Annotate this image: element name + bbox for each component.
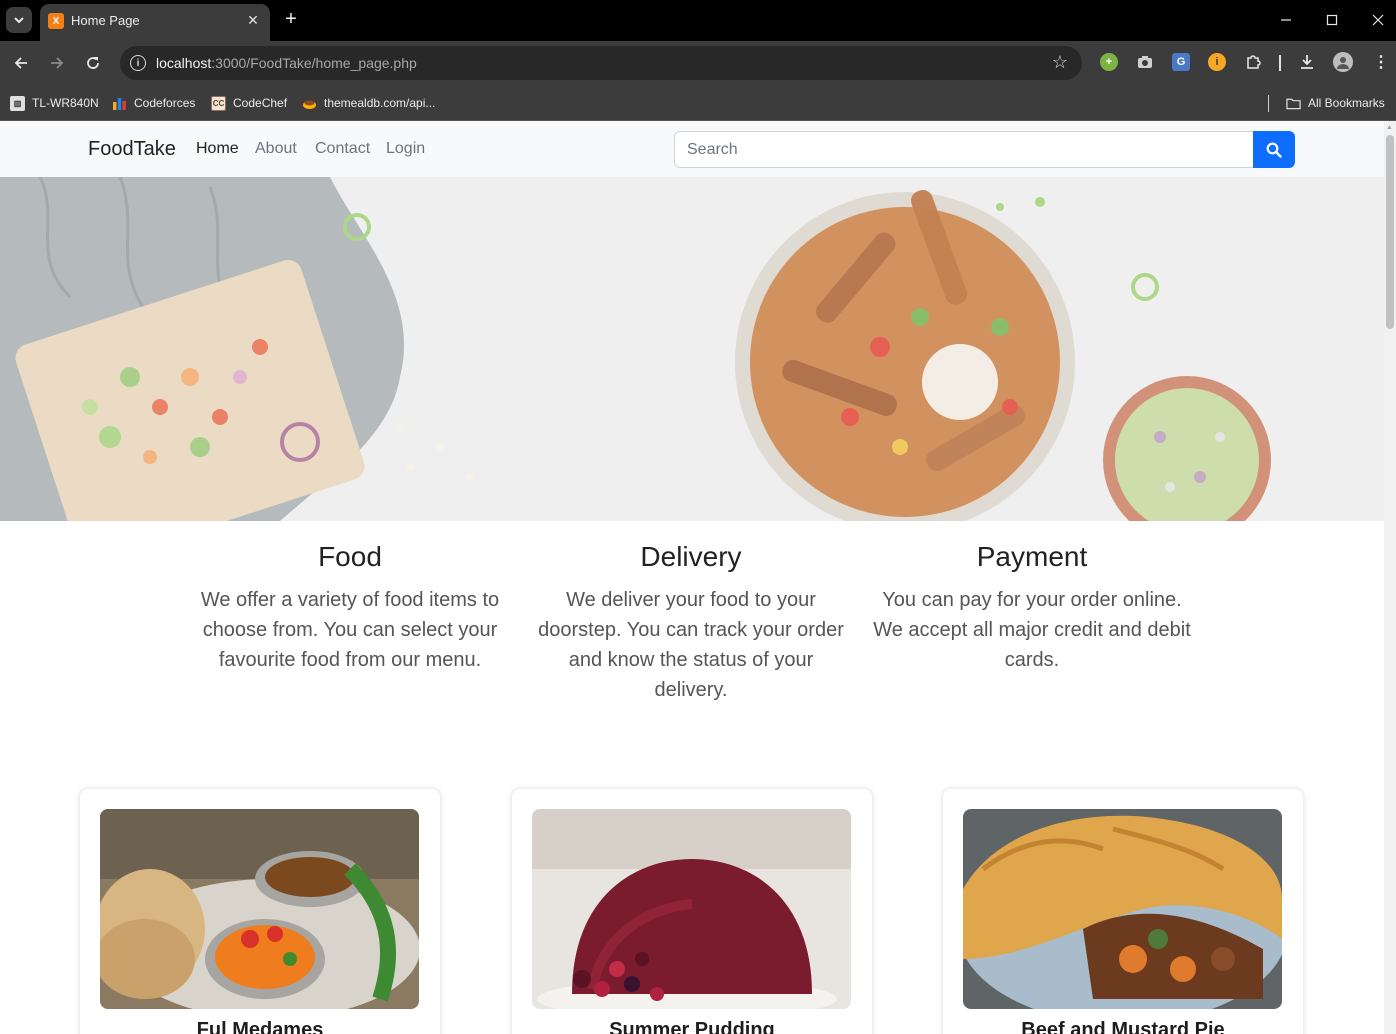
download-icon[interactable] (1298, 53, 1316, 71)
search-input[interactable] (674, 131, 1254, 168)
all-bookmarks-button[interactable]: All Bookmarks (1286, 93, 1385, 113)
feature-text: You can pay for your order online. We ac… (873, 589, 1191, 671)
toolbar-separator (1279, 55, 1281, 71)
site-info-icon[interactable]: i (130, 55, 146, 71)
bookmarks-separator (1268, 95, 1269, 112)
chevron-down-icon (14, 17, 24, 24)
bookmark-tl-wr840n[interactable]: ▥ TL-WR840N (10, 93, 99, 113)
menu-kebab-icon[interactable]: ⋮ (1372, 53, 1390, 71)
url-path: :3000/FoodTake/home_page.php (211, 55, 417, 71)
meal-image (100, 809, 419, 1009)
tab-title: Home Page (71, 13, 140, 28)
bookmark-label: CodeChef (233, 96, 288, 110)
forward-icon[interactable] (43, 49, 71, 77)
feature-payment: Payment You can pay for your order onlin… (872, 541, 1192, 675)
bookmark-label: themealdb.com/api... (324, 96, 436, 110)
page-scrollbar[interactable]: ▲ (1384, 121, 1396, 1034)
scrollbar-thumb[interactable] (1386, 135, 1394, 329)
meal-card[interactable]: Ful Medames (80, 789, 440, 1034)
brand-logo[interactable]: FoodTake (88, 138, 176, 161)
scroll-up-arrow-icon[interactable]: ▲ (1386, 124, 1393, 131)
back-icon[interactable] (7, 49, 35, 77)
url-text: localhost:3000/FoodTake/home_page.php (156, 55, 417, 71)
search-button[interactable] (1253, 131, 1295, 168)
page-viewport: FoodTake Home About Contact Login Search… (0, 121, 1396, 1034)
xampp-favicon-icon: X (48, 13, 64, 29)
meal-image (963, 809, 1282, 1009)
bookmark-codechef[interactable]: CC CodeChef (211, 93, 287, 113)
maximize-icon[interactable] (1312, 6, 1352, 34)
nav-link-contact[interactable]: Contact (315, 140, 370, 158)
nav-link-login[interactable]: Login (386, 140, 425, 158)
router-icon: ▥ (10, 95, 25, 111)
browser-tab[interactable]: X Home Page ✕ (40, 4, 270, 41)
reload-icon[interactable] (79, 49, 107, 77)
close-window-icon[interactable] (1358, 6, 1396, 34)
browser-toolbar: i localhost:3000/FoodTake/home_page.php … (0, 41, 1396, 85)
bookmark-star-icon[interactable]: ☆ (1052, 52, 1068, 73)
nav-link-about[interactable]: About (255, 140, 297, 158)
feature-text: We deliver your food to your doorstep. Y… (538, 589, 844, 701)
bookmarks-bar: ▥ TL-WR840N Codeforces CC CodeChef theme… (0, 85, 1396, 121)
feature-food: Food We offer a variety of food items to… (190, 541, 510, 675)
feature-title: Food (318, 541, 382, 572)
search-icon (1266, 142, 1282, 158)
puzzle-icon[interactable] (1244, 53, 1262, 71)
camera-icon[interactable] (1136, 53, 1154, 71)
profile-avatar-icon[interactable] (1333, 52, 1353, 72)
bookmark-label: TL-WR840N (32, 96, 99, 110)
codeforces-icon (112, 96, 127, 111)
meal-title: Summer Pudding (609, 1019, 775, 1034)
tab-close-icon[interactable]: ✕ (244, 11, 262, 29)
nav-link-home[interactable]: Home (196, 140, 239, 158)
feature-text: We offer a variety of food items to choo… (200, 589, 500, 671)
info-extension-icon[interactable]: i (1208, 53, 1226, 71)
codechef-icon: CC (211, 95, 226, 111)
url-host: localhost (156, 55, 212, 71)
feature-title: Delivery (640, 541, 742, 572)
bookmark-codeforces[interactable]: Codeforces (112, 93, 195, 113)
meal-card[interactable]: Beef and Mustard Pie (943, 789, 1303, 1034)
meal-title: Ful Medames (196, 1019, 324, 1034)
site-navbar: FoodTake Home About Contact Login (0, 121, 1384, 177)
meal-image (532, 809, 851, 1009)
bookmark-themealdb[interactable]: themealdb.com/api... (302, 93, 435, 113)
meal-card[interactable]: Summer Pudding (512, 789, 872, 1034)
address-bar[interactable]: i localhost:3000/FoodTake/home_page.php … (120, 46, 1082, 80)
themealdb-icon (302, 96, 317, 111)
meal-title: Beef and Mustard Pie (1021, 1019, 1225, 1034)
new-tab-button[interactable]: + (280, 8, 302, 30)
browser-tab-strip: X Home Page ✕ + (0, 0, 1396, 41)
feature-title: Payment (976, 541, 1088, 572)
tab-search-button[interactable] (6, 7, 32, 33)
folder-icon (1286, 96, 1301, 111)
hero-banner-image (0, 177, 1384, 521)
all-bookmarks-label: All Bookmarks (1308, 96, 1385, 110)
translate-icon[interactable]: G (1172, 53, 1190, 71)
feature-delivery: Delivery We deliver your food to your do… (531, 541, 851, 705)
add-extension-icon[interactable]: + (1100, 53, 1118, 71)
bookmark-label: Codeforces (134, 96, 196, 110)
minimize-icon[interactable] (1266, 6, 1306, 34)
